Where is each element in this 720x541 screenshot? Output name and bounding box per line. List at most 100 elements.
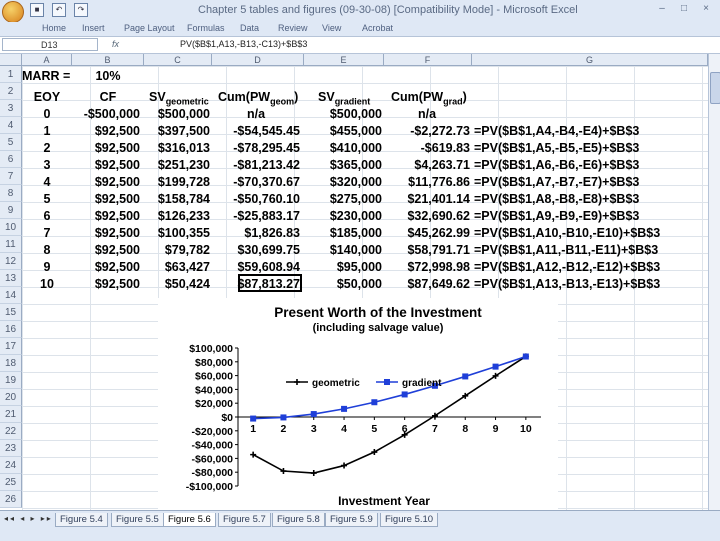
- sheet-nav-buttons[interactable]: ◂◂ ◂ ▸ ▸▸: [4, 514, 53, 523]
- row-header[interactable]: 18: [0, 355, 22, 372]
- tab-formulas[interactable]: Formulas: [187, 22, 225, 35]
- cell-sv-geometric[interactable]: $100,355: [144, 225, 210, 242]
- cell-sv-geometric[interactable]: $316,013: [144, 140, 210, 157]
- tab-page-layout[interactable]: Page Layout: [124, 22, 175, 35]
- sheet-tab[interactable]: Figure 5.6: [163, 513, 216, 527]
- office-button[interactable]: [2, 1, 24, 23]
- cell-sv-gradient[interactable]: $185,000: [304, 225, 382, 242]
- column-header-d[interactable]: D: [212, 54, 304, 66]
- cell-cum-pw-grad[interactable]: $11,776.86: [384, 174, 470, 191]
- header-cum-pw-grad[interactable]: Cum(PWgrad): [391, 89, 471, 107]
- sheet-tab[interactable]: Figure 5.10: [380, 513, 439, 527]
- cell-marr-value[interactable]: 10%: [72, 68, 144, 85]
- cell-cf[interactable]: -$500,000: [72, 106, 140, 123]
- selected-cell-d13[interactable]: [238, 274, 302, 292]
- cell-cum-pw-grad[interactable]: $32,690.62: [384, 208, 470, 225]
- cell-cum-pw-grad[interactable]: $4,263.71: [384, 157, 470, 174]
- redo-icon[interactable]: ↷: [74, 3, 88, 17]
- save-icon[interactable]: ■: [30, 3, 44, 17]
- cell-cum-pw-geom[interactable]: $1,826.83: [212, 225, 300, 242]
- cell-cf[interactable]: $92,500: [72, 225, 140, 242]
- cell-cum-pw-geom[interactable]: $30,699.75: [212, 242, 300, 259]
- cell-cum-pw-geom[interactable]: -$81,213.42: [212, 157, 300, 174]
- cell-sv-geometric[interactable]: $251,230: [144, 157, 210, 174]
- cell-sv-gradient[interactable]: $500,000: [304, 106, 382, 123]
- header-eoy[interactable]: EOY: [22, 89, 72, 106]
- row-header[interactable]: 6: [0, 151, 22, 168]
- cell-sv-geometric[interactable]: $50,424: [144, 276, 210, 293]
- cell-eoy[interactable]: 7: [22, 225, 72, 242]
- cell-formula-text[interactable]: =PV($B$1,A6,-B6,-E6)+$B$3: [474, 157, 706, 174]
- row-header[interactable]: 16: [0, 321, 22, 338]
- cell-cum-pw-geom[interactable]: -$70,370.67: [212, 174, 300, 191]
- close-button[interactable]: ×: [698, 2, 714, 16]
- column-header-e[interactable]: E: [304, 54, 384, 66]
- cell-sv-gradient[interactable]: $95,000: [304, 259, 382, 276]
- cell-cum-pw-grad[interactable]: $87,649.62: [384, 276, 470, 293]
- cell-sv-gradient[interactable]: $230,000: [304, 208, 382, 225]
- cell-cf[interactable]: $92,500: [72, 123, 140, 140]
- cell-eoy[interactable]: 9: [22, 259, 72, 276]
- row-header[interactable]: 24: [0, 457, 22, 474]
- name-box[interactable]: D13: [2, 38, 98, 51]
- sheet-tab[interactable]: Figure 5.7: [218, 513, 271, 527]
- row-header[interactable]: 9: [0, 202, 22, 219]
- select-all-corner[interactable]: [0, 54, 22, 66]
- row-header[interactable]: 22: [0, 423, 22, 440]
- cell-cf[interactable]: $92,500: [72, 174, 140, 191]
- cell-sv-gradient[interactable]: $410,000: [304, 140, 382, 157]
- cell-cum-pw-grad[interactable]: $58,791.71: [384, 242, 470, 259]
- cell-sv-geometric[interactable]: $500,000: [144, 106, 210, 123]
- tab-home[interactable]: Home: [42, 22, 66, 35]
- cell-formula-text[interactable]: =PV($B$1,A13,-B13,-E13)+$B$3: [474, 276, 706, 293]
- row-header[interactable]: 15: [0, 304, 22, 321]
- cell-sv-geometric[interactable]: $63,427: [144, 259, 210, 276]
- cell-cum-pw-grad[interactable]: $45,262.99: [384, 225, 470, 242]
- cell-formula-text[interactable]: =PV($B$1,A9,-B9,-E9)+$B$3: [474, 208, 706, 225]
- header-cf[interactable]: CF: [72, 89, 144, 106]
- row-header[interactable]: 23: [0, 440, 22, 457]
- cell-formula-text[interactable]: =PV($B$1,A4,-B4,-E4)+$B$3: [474, 123, 706, 140]
- tab-view[interactable]: View: [322, 22, 341, 35]
- cell-cf[interactable]: $92,500: [72, 259, 140, 276]
- row-header[interactable]: 3: [0, 100, 22, 117]
- row-header[interactable]: 10: [0, 219, 22, 236]
- cell-eoy[interactable]: 8: [22, 242, 72, 259]
- cell-eoy[interactable]: 2: [22, 140, 72, 157]
- fx-icon[interactable]: fx: [112, 38, 119, 51]
- cell-cum-pw-geom[interactable]: n/a: [212, 106, 300, 123]
- row-header[interactable]: 21: [0, 406, 22, 423]
- cell-cum-pw-geom[interactable]: -$25,883.17: [212, 208, 300, 225]
- cell-sv-gradient[interactable]: $140,000: [304, 242, 382, 259]
- cell-eoy[interactable]: 10: [22, 276, 72, 293]
- header-sv-geometric[interactable]: SVgeometric: [149, 89, 215, 107]
- column-header-f[interactable]: F: [384, 54, 472, 66]
- row-header[interactable]: 1: [0, 66, 22, 83]
- cell-cum-pw-geom[interactable]: -$50,760.10: [212, 191, 300, 208]
- cell-cf[interactable]: $92,500: [72, 191, 140, 208]
- cell-formula-text[interactable]: =PV($B$1,A11,-B11,-E11)+$B$3: [474, 242, 706, 259]
- cell-sv-gradient[interactable]: $365,000: [304, 157, 382, 174]
- row-header[interactable]: 26: [0, 491, 22, 508]
- cell-cum-pw-grad[interactable]: -$2,272.73: [384, 123, 470, 140]
- tab-review[interactable]: Review: [278, 22, 308, 35]
- cell-formula-text[interactable]: [474, 106, 706, 123]
- row-header[interactable]: 25: [0, 474, 22, 491]
- cell-sv-gradient[interactable]: $50,000: [304, 276, 382, 293]
- cell-eoy[interactable]: 1: [22, 123, 72, 140]
- row-header[interactable]: 11: [0, 236, 22, 253]
- cell-sv-gradient[interactable]: $320,000: [304, 174, 382, 191]
- cell-sv-geometric[interactable]: $158,784: [144, 191, 210, 208]
- cell-eoy[interactable]: 4: [22, 174, 72, 191]
- sheet-tab[interactable]: Figure 5.4: [55, 513, 108, 527]
- row-header[interactable]: 2: [0, 83, 22, 100]
- row-header[interactable]: 19: [0, 372, 22, 389]
- row-header[interactable]: 12: [0, 253, 22, 270]
- cell-eoy[interactable]: 0: [22, 106, 72, 123]
- cell-eoy[interactable]: 3: [22, 157, 72, 174]
- row-header[interactable]: 17: [0, 338, 22, 355]
- cell-cum-pw-geom[interactable]: -$78,295.45: [212, 140, 300, 157]
- sheet-tab[interactable]: Figure 5.5: [111, 513, 164, 527]
- cell-eoy[interactable]: 5: [22, 191, 72, 208]
- cell-cum-pw-grad[interactable]: -$619.83: [384, 140, 470, 157]
